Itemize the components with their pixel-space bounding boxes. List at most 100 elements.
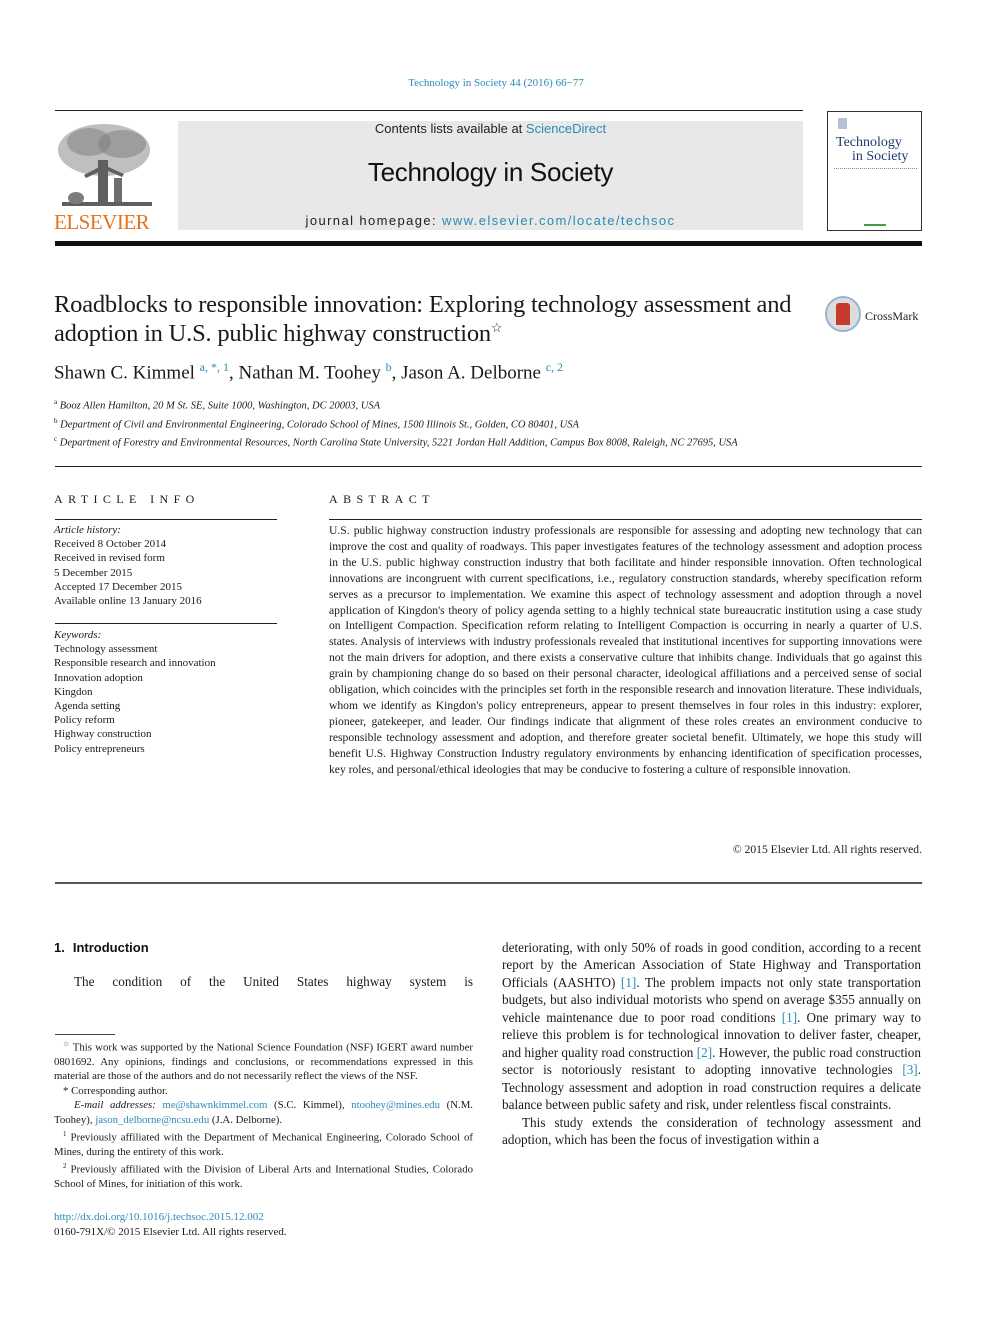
email-link[interactable]: me@shawnkimmel.com <box>162 1099 267 1111</box>
author-name[interactable]: Jason A. Delborne <box>401 362 541 383</box>
footnote-corresponding: * Corresponding author. <box>54 1084 473 1098</box>
article-info-heading: ARTICLE INFO <box>54 492 200 506</box>
keywords-rule <box>55 623 277 624</box>
affiliation-item: c Department of Forestry and Environment… <box>54 432 814 451</box>
keyword-item: Agenda setting <box>54 700 121 713</box>
footnote-key: 2 <box>63 1162 67 1171</box>
sciencedirect-link[interactable]: ScienceDirect <box>526 121 606 136</box>
email-link[interactable]: jason_delborne@ncsu.edu <box>95 1114 209 1126</box>
elsevier-logo[interactable]: ELSEVIER <box>54 120 156 235</box>
keyword-item: Responsible research and innovation <box>54 657 216 670</box>
keyword-item: Technology assessment <box>54 643 158 656</box>
journal-cover-thumbnail[interactable]: Technology in Society <box>827 111 922 231</box>
section-title: Introduction <box>72 940 149 955</box>
doi-block: http://dx.doi.org/10.1016/j.techsoc.2015… <box>54 1210 287 1240</box>
article-history-label: Article history: <box>54 524 121 536</box>
affiliation-text: Booz Allen Hamilton, 20 M St. SE, Suite … <box>59 400 380 412</box>
author-name[interactable]: Shawn C. Kimmel <box>54 362 195 383</box>
footnote-asterisk-icon: * <box>63 1084 69 1097</box>
author-separator: , <box>391 362 402 384</box>
footnote-text: Corresponding author. <box>71 1084 168 1097</box>
journal-masthead: Contents lists available at ScienceDirec… <box>178 121 803 230</box>
citation-link[interactable]: [3] <box>902 1062 917 1077</box>
author-separator: , <box>229 362 239 384</box>
affiliations: a Booz Allen Hamilton, 20 M St. SE, Suit… <box>54 395 814 451</box>
keyword-item: Highway construction <box>54 728 152 741</box>
footnote-text: Previously affiliated with the Division … <box>54 1164 473 1191</box>
affiliation-item: a Booz Allen Hamilton, 20 M St. SE, Suit… <box>54 395 814 414</box>
history-item: Available online 13 January 2016 <box>54 595 202 608</box>
footnote-star-icon: ☆ <box>63 1040 70 1048</box>
article-title-text: Roadblocks to responsible innovation: Ex… <box>54 291 792 347</box>
keyword-item: Policy reform <box>54 714 115 727</box>
citation-link[interactable]: [2] <box>697 1045 712 1060</box>
history-item: Received in revised form <box>54 552 165 565</box>
cover-title: Technology in Society <box>836 136 919 164</box>
keywords: Keywords: Technology assessment Responsi… <box>54 628 216 756</box>
homepage-link[interactable]: www.elsevier.com/locate/techsoc <box>442 213 675 228</box>
email-link[interactable]: ntoohey@mines.edu <box>351 1099 440 1111</box>
masthead-thick-rule <box>55 241 922 246</box>
title-star-icon[interactable]: ☆ <box>491 320 503 335</box>
affiliation-text: Department of Civil and Environmental En… <box>60 419 579 430</box>
footnote-text: This work was supported by the National … <box>54 1041 473 1083</box>
email-owner: (S.C. Kimmel), <box>267 1099 352 1112</box>
crossmark-icon <box>825 296 861 332</box>
front-matter-rule <box>55 882 922 884</box>
article-info-rule <box>55 519 277 520</box>
keyword-item: Policy entrepreneurs <box>54 742 145 755</box>
doi-link[interactable]: http://dx.doi.org/10.1016/j.techsoc.2015… <box>54 1210 287 1225</box>
footnote-funding: ☆ This work was supported by the Nationa… <box>54 1037 473 1084</box>
article-history: Article history: Received 8 October 2014… <box>54 523 202 608</box>
cover-footer-mark <box>864 224 886 226</box>
section-number: 1. <box>54 940 65 955</box>
header-rule <box>55 110 803 111</box>
history-item: Received 8 October 2014 <box>54 538 167 551</box>
issn-copyright: 0160-791X/© 2015 Elsevier Ltd. All right… <box>54 1226 287 1238</box>
cover-title-line2: in Society <box>852 149 909 164</box>
cover-subtitle-rule <box>834 168 917 170</box>
intro-paragraph: This study extends the consideration of … <box>502 1114 921 1147</box>
keyword-item: Kingdon <box>54 685 93 698</box>
abstract-text: U.S. public highway construction industr… <box>329 524 922 776</box>
footnotes: ☆ This work was supported by the Nationa… <box>54 1037 473 1192</box>
author-affiliation-marks[interactable]: c, 2 <box>546 360 563 374</box>
email-label: E-mail addresses: <box>74 1099 156 1112</box>
keywords-label: Keywords: <box>54 629 102 641</box>
history-item: Accepted 17 December 2015 <box>54 580 182 593</box>
affiliation-item: b Department of Civil and Environmental … <box>54 414 814 433</box>
footnote-key: 1 <box>63 1130 67 1139</box>
cover-title-line1: Technology <box>836 135 902 150</box>
elsevier-wordmark: ELSEVIER <box>54 210 150 234</box>
running-head[interactable]: Technology in Society 44 (2016) 66−77 <box>0 77 992 89</box>
tree-icon <box>58 124 152 206</box>
crossmark-label: CrossMark <box>865 309 919 323</box>
article-title: Roadblocks to responsible innovation: Ex… <box>54 290 794 348</box>
homepage-line: journal homepage: www.elsevier.com/locat… <box>178 213 803 228</box>
cover-publisher-icon <box>838 118 847 129</box>
footnote-1: 1 Previously affiliated with the Departm… <box>54 1127 473 1159</box>
email-owner: (J.A. Delborne). <box>209 1113 283 1126</box>
contents-line: Contents lists available at ScienceDirec… <box>178 121 803 136</box>
citation-link[interactable]: [1] <box>782 1010 797 1025</box>
crossmark-button[interactable]: CrossMark <box>825 296 925 336</box>
abstract-heading: ABSTRACT <box>329 492 435 506</box>
citation-link[interactable]: [1] <box>621 975 636 990</box>
affiliation-key: a <box>54 398 58 406</box>
abstract-copyright: © 2015 Elsevier Ltd. All rights reserved… <box>732 843 922 856</box>
affiliation-key: c <box>54 435 58 443</box>
author-affiliation-marks[interactable]: a, *, 1 <box>200 360 229 374</box>
abstract-rule <box>329 519 922 520</box>
intro-paragraph: deteriorating, with only 50% of roads in… <box>502 939 921 1114</box>
journal-title: Technology in Society <box>367 157 614 187</box>
history-item: 5 December 2015 <box>54 566 133 579</box>
author-list: Shawn C. Kimmel a, *, 1, Nathan M. Toohe… <box>54 360 563 384</box>
contents-prefix: Contents lists available at <box>374 121 526 136</box>
keyword-item: Innovation adoption <box>54 671 143 684</box>
footnote-text: Previously affiliated with the Departmen… <box>54 1131 473 1159</box>
affiliation-text: Department of Forestry and Environmental… <box>59 437 738 449</box>
footnote-2: 2 Previously affiliated with the Divisio… <box>54 1159 473 1191</box>
author-name[interactable]: Nathan M. Toohey <box>239 362 381 383</box>
section-heading-introduction: 1. Introduction <box>54 940 149 955</box>
intro-paragraph-start: The condition of the United States highw… <box>74 974 473 989</box>
